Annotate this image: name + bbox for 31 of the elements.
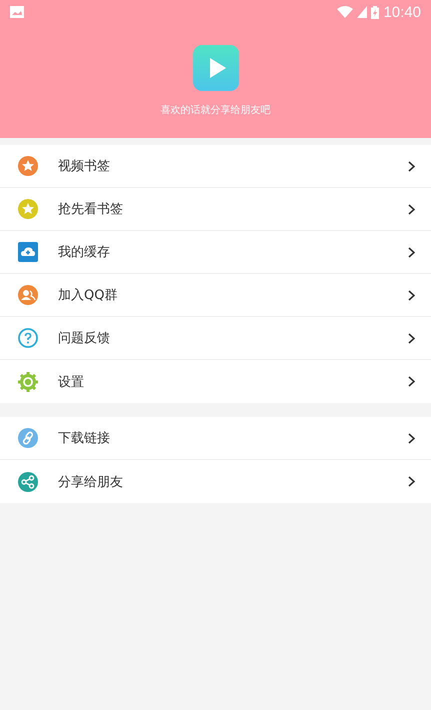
- menu-item[interactable]: 抢先看书签: [0, 188, 431, 231]
- menu-label: 视频书签: [58, 158, 111, 175]
- chevron-right-icon: [408, 376, 415, 387]
- menu-item[interactable]: 分享给朋友: [0, 460, 431, 503]
- menu-label: 问题反馈: [58, 330, 111, 347]
- tagline-text: 喜欢的话就分享给朋友吧: [160, 104, 272, 117]
- menu-item[interactable]: 设置: [0, 360, 431, 403]
- menu-item[interactable]: 视频书签: [0, 145, 431, 188]
- wifi-icon: [337, 6, 354, 18]
- clock-time: 10:40: [383, 4, 421, 20]
- menu-label: 下载链接: [58, 430, 111, 447]
- menu-label: 抢先看书签: [58, 201, 124, 218]
- menu-item[interactable]: 下载链接: [0, 417, 431, 460]
- chevron-right-icon: [408, 290, 415, 300]
- play-logo-icon: [192, 45, 238, 91]
- menu-item[interactable]: 我的缓存: [0, 231, 431, 274]
- signal-icon: [357, 6, 368, 18]
- menu-item[interactable]: 问题反馈: [0, 317, 431, 360]
- menu-item[interactable]: 加入QQ群: [0, 274, 431, 317]
- chevron-right-icon: [408, 332, 415, 344]
- menu-label: 加入QQ群: [58, 287, 118, 304]
- chevron-right-icon: [408, 204, 415, 214]
- menu-label: 分享给朋友: [58, 474, 124, 490]
- chevron-right-icon: [408, 476, 415, 487]
- battery-icon: [371, 6, 380, 18]
- chevron-right-icon: [408, 160, 415, 172]
- image-icon: [10, 6, 24, 18]
- menu-label: 我的缓存: [58, 244, 111, 261]
- chevron-right-icon: [408, 246, 415, 258]
- menu-label: 设置: [58, 374, 85, 390]
- chevron-right-icon: [408, 432, 415, 444]
